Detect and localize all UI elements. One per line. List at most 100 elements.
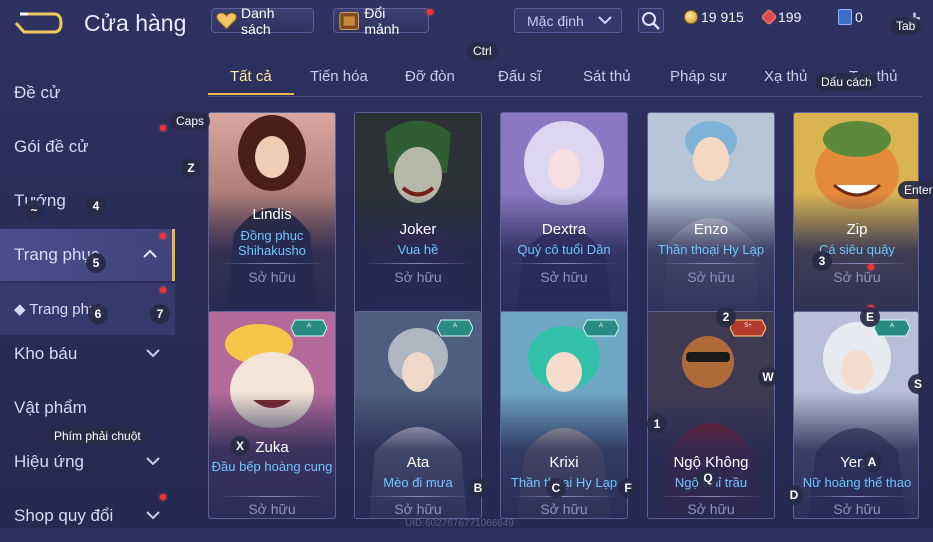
notification-dot: [160, 125, 166, 131]
key-hint-d: D: [784, 485, 804, 505]
key-hint-right-click: Phím phải chuột: [48, 427, 147, 445]
key-hint-tilde: ~: [24, 200, 44, 220]
list-button[interactable]: Danh sách: [211, 5, 314, 37]
sidebar-item-recommended[interactable]: Đề cử: [0, 67, 175, 119]
skin-card-lindis[interactable]: Lindis Đồng phục Shihakusho Sở hữu: [208, 112, 336, 320]
heart-icon: [216, 12, 237, 29]
tab-all[interactable]: Tất cả: [230, 68, 272, 85]
chevron-down-icon: [146, 511, 160, 520]
active-tab-indicator: [208, 93, 294, 95]
divider: [219, 496, 325, 497]
key-hint-c: C: [546, 478, 566, 498]
tab-assassin[interactable]: Sát thủ: [583, 68, 631, 85]
owned-status: Sở hữu: [687, 501, 735, 517]
skin-card-ngo-khong[interactable]: S+ Ngộ Không Ngộ Khỉ trầu Sở hữu: [647, 311, 775, 519]
svg-text:A: A: [307, 323, 311, 329]
skin-card-dextra[interactable]: Dextra Quý cô tuổi Dần Sở hữu: [500, 112, 628, 320]
sidebar-item-skins[interactable]: Trang phục: [0, 229, 175, 281]
divider: [219, 263, 325, 264]
svg-text:A: A: [890, 323, 894, 329]
gold-coin-icon: [684, 10, 698, 24]
svg-text:S+: S+: [744, 323, 752, 329]
sort-dropdown[interactable]: Mặc định: [514, 8, 622, 33]
divider: [511, 263, 617, 264]
sidebar-item-label: Kho báu: [14, 344, 78, 363]
owned-status: Sở hữu: [833, 501, 881, 517]
chevron-up-icon: [143, 249, 157, 258]
key-hint-s: S: [908, 374, 928, 394]
limited-badge-icon: S+: [730, 319, 766, 337]
divider: [365, 263, 471, 264]
blue-ticket-icon: [838, 9, 852, 25]
exchange-button[interactable]: Đổi mảnh: [333, 5, 429, 37]
notification-dot: [160, 233, 166, 239]
hero-name: Zuka: [255, 439, 289, 456]
skin-card-ata[interactable]: A Ata Mèo đi mưa Sở hữu: [354, 311, 482, 519]
chevron-down-icon: [598, 16, 612, 25]
user-id: UID:6027676771066649: [405, 518, 514, 529]
owned-status: Sở hữu: [687, 269, 735, 285]
fragment-chest-icon: [339, 11, 359, 30]
svg-text:A: A: [453, 323, 457, 329]
owned-status: Sở hữu: [833, 269, 881, 285]
hero-name: Yena: [840, 454, 874, 471]
divider: [511, 496, 617, 497]
sidebar-item-recommended-packs[interactable]: Gói đề cử: [0, 121, 175, 173]
sidebar-item-label: Hiệu ứng: [14, 452, 84, 471]
notification-dot: [160, 287, 166, 293]
sidebar-item-exchange-shop[interactable]: Shop quy đổi: [0, 490, 175, 542]
key-hint-tab: Tab: [890, 17, 922, 35]
key-hint-3: 3: [812, 251, 832, 271]
key-hint-w: W: [758, 367, 778, 387]
key-hint-f: F: [618, 478, 638, 498]
tab-evolution[interactable]: Tiến hóa: [310, 68, 368, 85]
hero-name: Lindis: [252, 206, 292, 223]
sidebar-item-label: Gói đề cử: [14, 137, 89, 156]
limited-badge-icon: A: [583, 319, 619, 337]
skin-name: Thần thoại Hy Lạp: [657, 242, 765, 257]
sidebar-item-label: Đề cử: [14, 83, 61, 102]
hero-name: Krixi: [549, 454, 579, 471]
key-hint-5: 5: [86, 253, 106, 273]
hero-name: Dextra: [541, 221, 587, 238]
limited-badge-icon: A: [291, 319, 327, 337]
notification-dot: [427, 9, 433, 15]
tab-mage[interactable]: Pháp sư: [670, 68, 727, 85]
gold-balance: 19 915: [684, 9, 744, 25]
key-hint-ctrl: Ctrl: [467, 42, 498, 60]
svg-text:A: A: [599, 323, 603, 329]
skin-name: Đồng phục Shihakusho: [238, 228, 306, 258]
gold-amount: 19 915: [701, 9, 744, 25]
limited-badge-icon: A: [874, 319, 910, 337]
notification-dot: [868, 264, 874, 270]
divider: [658, 263, 764, 264]
skin-card-yena[interactable]: A Yena Nữ hoàng thể thao Sở hữu: [793, 311, 919, 519]
chevron-down-icon: [146, 349, 160, 358]
owned-status: Sở hữu: [248, 269, 296, 285]
skin-card-joker[interactable]: Joker Vua hề Sở hữu: [354, 112, 482, 320]
key-hint-a: A: [862, 452, 882, 472]
key-hint-b: B: [468, 478, 488, 498]
key-hint-x: X: [230, 436, 250, 456]
search-button[interactable]: [638, 8, 664, 33]
tab-fighter[interactable]: Đấu sĩ: [498, 68, 541, 85]
key-hint-2: 2: [716, 307, 736, 327]
key-hint-caps: Caps: [170, 112, 211, 130]
owned-status: Sở hữu: [394, 501, 442, 517]
skin-card-zip[interactable]: Zip Cá siêu quậy Sở hữu: [793, 112, 919, 320]
skin-name: Đầu bếp hoàng cung: [211, 459, 333, 474]
back-arrow-icon[interactable]: [14, 10, 64, 36]
tab-tank[interactable]: Đỡ đòn: [405, 68, 455, 85]
skin-card-enzo[interactable]: Enzo Thần thoại Hy Lạp Sở hữu: [647, 112, 775, 320]
sidebar-item-treasure[interactable]: Kho báu: [0, 328, 175, 380]
skin-card-zuka[interactable]: A Zuka Đầu bếp hoàng cung Sở hữu: [208, 311, 336, 519]
skin-name: Vua hề: [397, 242, 439, 257]
limited-badge-icon: A: [437, 319, 473, 337]
key-hint-enter: Enter: [898, 181, 933, 199]
tab-marksman[interactable]: Xạ thủ: [764, 68, 807, 85]
top-bar: Cửa hàng Danh sách Đổi mảnh Mặc định 19 …: [0, 0, 933, 45]
owned-status: Sở hữu: [540, 269, 588, 285]
key-hint-6: 6: [88, 304, 108, 324]
key-hint-4: 4: [86, 196, 106, 216]
hero-name: Enzo: [693, 221, 729, 238]
